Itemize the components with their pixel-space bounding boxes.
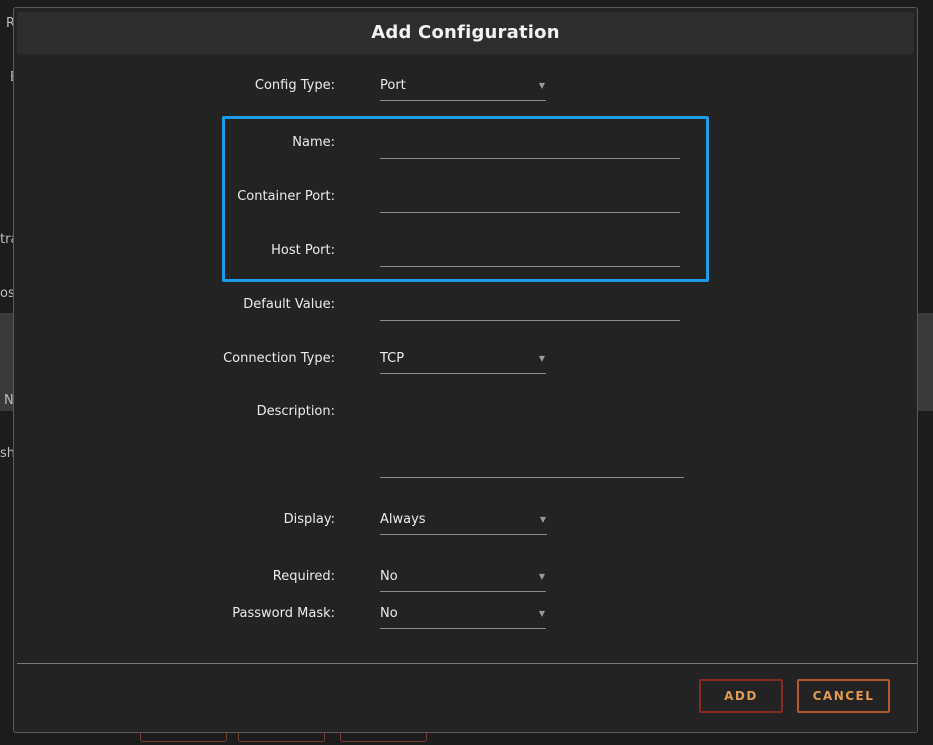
host-port-label: Host Port: xyxy=(271,243,335,258)
cancel-button[interactable]: CANCEL xyxy=(797,679,890,713)
name-label: Name: xyxy=(292,135,335,150)
connection-type-value: TCP xyxy=(380,351,405,366)
add-configuration-dialog: Add Configuration Config Type: Port ▼ Na… xyxy=(13,7,918,733)
name-input[interactable] xyxy=(380,137,680,159)
chevron-down-icon: ▼ xyxy=(538,81,545,90)
required-label: Required: xyxy=(272,569,335,584)
display-label: Display: xyxy=(283,512,335,527)
default-value-label: Default Value: xyxy=(243,297,335,312)
config-type-select[interactable]: Port ▼ xyxy=(380,75,546,101)
container-port-label: Container Port: xyxy=(237,189,335,204)
required-select[interactable]: No ▼ xyxy=(380,566,546,592)
display-value: Always xyxy=(380,512,426,527)
chevron-down-icon: ▼ xyxy=(538,354,545,363)
description-textarea[interactable] xyxy=(380,404,684,478)
default-value-input[interactable] xyxy=(380,299,680,321)
footer-divider xyxy=(17,663,917,664)
config-type-label: Config Type: xyxy=(254,78,335,93)
connection-type-label: Connection Type: xyxy=(223,351,335,366)
password-mask-label: Password Mask: xyxy=(232,606,335,621)
chevron-down-icon: ▼ xyxy=(539,515,546,524)
connection-type-select[interactable]: TCP ▼ xyxy=(380,348,546,374)
dialog-title: Add Configuration xyxy=(371,22,560,43)
display-select[interactable]: Always ▼ xyxy=(380,509,547,535)
description-label: Description: xyxy=(256,404,335,419)
required-value: No xyxy=(380,569,398,584)
host-port-input[interactable] xyxy=(380,245,680,267)
chevron-down-icon: ▼ xyxy=(538,572,545,581)
add-button[interactable]: ADD xyxy=(699,679,783,713)
dialog-header: Add Configuration xyxy=(17,12,914,54)
container-port-input[interactable] xyxy=(380,191,680,213)
config-type-value: Port xyxy=(380,78,406,93)
password-mask-value: No xyxy=(380,606,398,621)
password-mask-select[interactable]: No ▼ xyxy=(380,603,546,629)
chevron-down-icon: ▼ xyxy=(538,609,545,618)
